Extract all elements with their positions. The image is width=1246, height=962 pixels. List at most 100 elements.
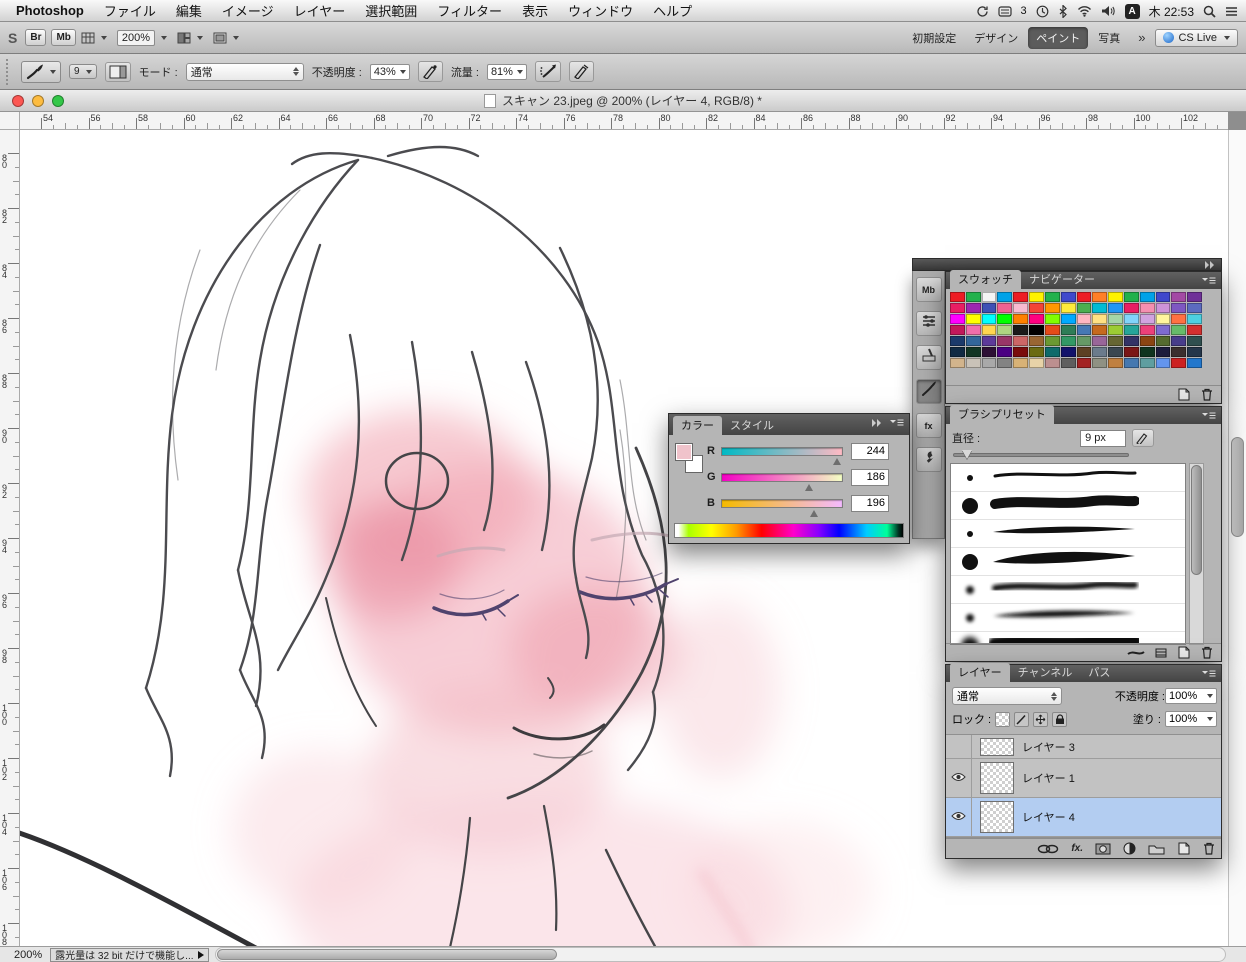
- swatch[interactable]: [1029, 325, 1044, 335]
- swatch[interactable]: [1155, 303, 1171, 313]
- swatch[interactable]: [1123, 336, 1139, 346]
- swatch[interactable]: [1187, 347, 1202, 357]
- lock-position-icon[interactable]: [1033, 711, 1049, 727]
- channel-value-field[interactable]: 186: [851, 468, 889, 486]
- zoom-level-dropdown[interactable]: 200%: [116, 29, 168, 46]
- dock-icon-mini-bridge[interactable]: Mb: [915, 277, 942, 302]
- workspace-overflow-button[interactable]: »: [1138, 30, 1145, 45]
- new-swatch-icon[interactable]: [1177, 388, 1191, 401]
- layer-thumbnail[interactable]: [980, 762, 1014, 794]
- swatch[interactable]: [1155, 314, 1171, 324]
- layer-visibility-toggle[interactable]: [946, 735, 972, 758]
- layer-mask-icon[interactable]: [1095, 843, 1111, 855]
- tab-styles[interactable]: スタイル: [722, 416, 782, 435]
- swatch[interactable]: [1029, 292, 1044, 302]
- menu-item[interactable]: 編集: [166, 1, 212, 20]
- color-spectrum-ramp[interactable]: [674, 523, 904, 538]
- diameter-slider-thumb[interactable]: [962, 450, 972, 459]
- brush-list-scrollbar[interactable]: [1189, 463, 1204, 645]
- swatch[interactable]: [965, 347, 981, 357]
- swatch[interactable]: [1060, 325, 1076, 335]
- input-source-icon[interactable]: A: [1124, 3, 1140, 19]
- swatch[interactable]: [1013, 314, 1029, 324]
- brush-preset-row[interactable]: [951, 604, 1185, 632]
- swatch[interactable]: [1013, 325, 1029, 335]
- options-bar-grip[interactable]: [6, 58, 11, 85]
- swatch[interactable]: [1076, 325, 1092, 335]
- menu-clock[interactable]: 木 22:53: [1149, 3, 1194, 20]
- swatch[interactable]: [1013, 303, 1029, 313]
- swatch[interactable]: [1092, 358, 1108, 368]
- swatch[interactable]: [1187, 358, 1202, 368]
- horizontal-ruler[interactable]: 54 56 58 60 62 64 66 68 70 72 74 76 78 80 82 84 86 88 90 92…: [20, 112, 1228, 130]
- tab-layers[interactable]: レイヤー: [950, 663, 1010, 682]
- swatch[interactable]: [997, 336, 1013, 346]
- panel-menu-icon[interactable]: [889, 418, 905, 427]
- opacity-field[interactable]: 43%: [369, 63, 410, 80]
- zoom-level-value[interactable]: 200%: [116, 29, 156, 46]
- trash-icon[interactable]: [1201, 646, 1213, 659]
- toggle-brush-panel-button[interactable]: [104, 61, 131, 82]
- swatch[interactable]: [1123, 303, 1139, 313]
- adjustment-layer-icon[interactable]: [1123, 842, 1136, 855]
- swatch[interactable]: [997, 292, 1013, 302]
- menu-item[interactable]: ウィンドウ: [558, 1, 643, 20]
- document-title-bar[interactable]: スキャン 23.jpeg @ 200% (レイヤー 4, RGB/8) *: [0, 90, 1246, 112]
- swatch[interactable]: [997, 358, 1013, 368]
- link-layers-icon[interactable]: [1037, 844, 1059, 854]
- brush-preset-row[interactable]: [951, 520, 1185, 548]
- swatch[interactable]: [1187, 314, 1202, 324]
- swatch[interactable]: [1060, 303, 1076, 313]
- tab-swatches[interactable]: スウォッチ: [950, 270, 1021, 289]
- workspace-button[interactable]: 写真: [1090, 27, 1128, 49]
- swatch[interactable]: [1092, 347, 1108, 357]
- tab-color[interactable]: カラー: [673, 416, 722, 435]
- vertical-scrollbar[interactable]: [1228, 130, 1246, 946]
- swatch[interactable]: [1123, 347, 1139, 357]
- swatch[interactable]: [997, 325, 1013, 335]
- swatch[interactable]: [965, 303, 981, 313]
- swatch[interactable]: [1060, 347, 1076, 357]
- swatch[interactable]: [950, 314, 965, 324]
- swatch[interactable]: [1187, 303, 1202, 313]
- swatch[interactable]: [1060, 358, 1076, 368]
- clock-icon[interactable]: [1036, 5, 1049, 18]
- panel-menu-icon[interactable]: [1201, 411, 1217, 420]
- brush-preset-row[interactable]: [951, 492, 1185, 520]
- swatch[interactable]: [1044, 292, 1060, 302]
- brush-list-scrollbar-thumb[interactable]: [1191, 465, 1202, 575]
- thumbnail-view-icon[interactable]: [1155, 648, 1167, 658]
- tab-paths[interactable]: パス: [1080, 663, 1118, 682]
- foreground-color-swatch[interactable]: [675, 443, 693, 461]
- new-brush-icon[interactable]: [1177, 646, 1191, 659]
- app-menu-photoshop[interactable]: Photoshop: [0, 3, 94, 18]
- swatch[interactable]: [981, 336, 997, 346]
- swatch[interactable]: [1171, 358, 1187, 368]
- dock-icon-tool-presets[interactable]: [915, 345, 942, 370]
- wifi-icon[interactable]: [1077, 5, 1092, 17]
- diameter-value-field[interactable]: 9 px: [1080, 429, 1127, 447]
- swatch[interactable]: [1013, 347, 1029, 357]
- brush-preset-row[interactable]: [951, 576, 1185, 604]
- swatch[interactable]: [1187, 325, 1202, 335]
- vertical-scrollbar-thumb[interactable]: [1231, 437, 1244, 537]
- swatch[interactable]: [981, 292, 997, 302]
- swatch[interactable]: [1076, 336, 1092, 346]
- swatch[interactable]: [1171, 314, 1187, 324]
- panel-menu-icon[interactable]: [1201, 276, 1217, 285]
- menu-item[interactable]: レイヤー: [284, 1, 356, 20]
- screen-mode-button[interactable]: [213, 32, 240, 44]
- swatch[interactable]: [1155, 358, 1171, 368]
- sync-icon[interactable]: [976, 5, 989, 18]
- horizontal-scrollbar-thumb[interactable]: [216, 949, 557, 960]
- size-pressure-toggle[interactable]: [1132, 429, 1155, 447]
- swatch[interactable]: [1108, 358, 1123, 368]
- swatch[interactable]: [950, 325, 965, 335]
- swatch[interactable]: [1187, 292, 1202, 302]
- swatch[interactable]: [1139, 358, 1155, 368]
- swatch[interactable]: [1108, 303, 1123, 313]
- cs-live-button[interactable]: CS Live: [1155, 28, 1238, 47]
- close-button[interactable]: [12, 95, 24, 107]
- swatch[interactable]: [1092, 314, 1108, 324]
- layer-visibility-toggle[interactable]: [946, 759, 972, 797]
